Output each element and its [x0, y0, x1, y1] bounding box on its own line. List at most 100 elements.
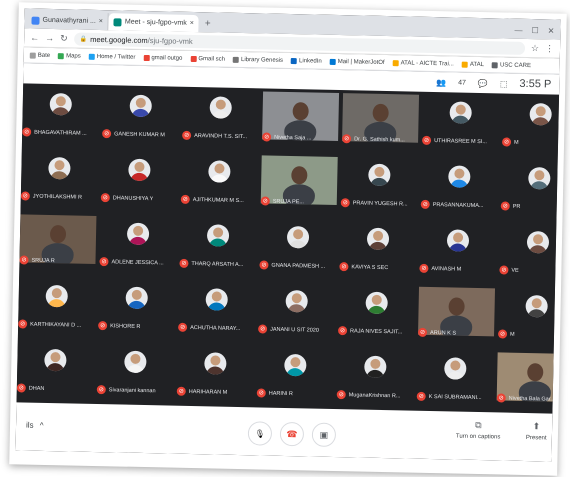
muted-mic-icon: ⊘ — [417, 327, 428, 337]
captions-button[interactable]: ⧉ Turn on captions — [456, 420, 501, 441]
bookmark-item[interactable]: Home / Twitter — [88, 53, 136, 61]
participant-tile[interactable]: ⊘ KAVIYA S SEC — [337, 219, 418, 283]
forward-icon[interactable]: → — [45, 33, 54, 43]
close-tab-icon[interactable]: × — [190, 20, 194, 27]
participants-icon[interactable]: 👥 — [436, 78, 446, 87]
participant-avatar — [366, 227, 390, 251]
participant-avatar — [528, 167, 551, 190]
participant-tile[interactable]: ⊘ PRAVIN YUGESH R... — [338, 155, 419, 219]
camera-button[interactable]: ▣ — [311, 422, 337, 448]
new-tab-button[interactable]: + — [199, 18, 217, 32]
participant-tile[interactable]: ⊘ AJITHKUMAR M S... — [179, 152, 260, 216]
participant-avatar — [449, 101, 472, 124]
close-window-icon[interactable]: ✕ — [548, 26, 555, 35]
participant-tile[interactable]: ⊘ UTHIRASREE M SI... — [420, 93, 501, 157]
muted-mic-icon: ⊘ — [419, 263, 429, 273]
participants-count: 47 — [458, 79, 467, 87]
meeting-details[interactable]: ils ^ — [26, 421, 44, 430]
participant-tile[interactable]: ⊘ HARIHARAN M — [174, 344, 255, 408]
muted-mic-icon: ⊘ — [96, 385, 106, 395]
participant-tile[interactable]: ⊘ KARTHIKAYANI D ... — [16, 276, 97, 340]
muted-mic-icon: ⊘ — [497, 329, 508, 339]
present-button[interactable]: ⬆ Present — [526, 421, 547, 441]
participant-tile[interactable]: ⊘ ADLENE JESSICA ... — [97, 214, 178, 278]
browser-tab[interactable]: Gunavathyrani ... × — [26, 11, 110, 31]
bookmark-item[interactable]: Library Genesis — [232, 56, 284, 64]
participant-tile[interactable]: ⊘ K SAI SUBRAMANI... — [414, 349, 495, 413]
bookmark-label: Home / Twitter — [96, 53, 136, 61]
chat-icon[interactable]: 💬 — [478, 78, 488, 87]
meeting-controls-bar: ils ^ 🎙 ☎ ▣ ⧉ Turn on captions ⬆ Present — [15, 402, 553, 462]
hangup-button[interactable]: ☎ — [279, 421, 305, 447]
participant-tile[interactable]: ⊘ JYOTHILAKSHMI R — [19, 148, 100, 212]
reload-icon[interactable]: ↻ — [60, 33, 68, 44]
muted-mic-icon: ⊘ — [182, 130, 192, 140]
participant-tile[interactable]: ⊘ Dr. G. Sathish kum... — [340, 91, 421, 155]
captions-icon: ⧉ — [475, 419, 482, 431]
participant-tile[interactable]: ⊘ GANESH KUMAR M — [100, 86, 181, 150]
participant-tile[interactable]: ⊘ VE — [497, 222, 561, 286]
bookmark-item[interactable]: LinkedIn — [291, 57, 322, 64]
participant-tile[interactable]: ⊘ ARUN K S — [416, 285, 497, 349]
activities-icon[interactable]: ⬚ — [500, 79, 508, 88]
mic-button[interactable]: 🎙 — [247, 421, 273, 446]
participant-tile[interactable]: ⊘ BHAGAVATHIRAM ... — [20, 84, 101, 148]
bookmark-icon — [29, 52, 36, 59]
participant-name-row: ⊘ KARTHIKAYANI D ... — [18, 319, 81, 329]
participant-tile[interactable]: ⊘ THARQ ARSATH A... — [177, 216, 258, 280]
participant-avatar — [364, 355, 387, 379]
participant-tile[interactable]: ⊘ KISHORE R — [96, 278, 177, 342]
close-tab-icon[interactable]: × — [99, 18, 103, 25]
bookmark-item[interactable]: ATAL — [461, 61, 484, 68]
participant-tile[interactable]: ⊘ DHAN — [16, 340, 96, 404]
bookmark-item[interactable]: ATAL - AICTE Trai... — [392, 59, 454, 67]
bookmark-item[interactable]: USC CARE — [491, 61, 531, 69]
participant-name: MuganaKrishnan R... — [348, 391, 401, 399]
menu-dots-icon[interactable]: ⋮ — [545, 43, 554, 54]
bookmark-item[interactable]: Bate — [29, 52, 50, 59]
participant-name: HARIHARAN M — [188, 388, 228, 396]
participant-tile[interactable]: ⊘ PR — [498, 158, 560, 222]
meeting-details-label: ils — [25, 420, 34, 430]
browser-tab[interactable]: Meet - sju-fgpo-vmk × — [108, 13, 200, 33]
participant-tile[interactable]: ⊘ RAJA NIVES SAJIT... — [336, 283, 417, 347]
participant-tile[interactable]: ⊘ HARINI R — [254, 345, 335, 409]
muted-mic-icon: ⊘ — [339, 262, 349, 272]
participant-name: PR — [512, 203, 521, 210]
participant-tile[interactable]: ⊘ M — [496, 286, 561, 350]
participant-tile[interactable]: ⊘ Nivetha Saja ... — [260, 89, 341, 153]
star-icon[interactable]: ☆ — [531, 43, 539, 54]
participant-name: GNANA PADMESH ... — [271, 262, 326, 270]
participant-tile[interactable]: ⊘ Nivetha Bala Gar... — [494, 350, 561, 414]
participant-tile[interactable]: ⊘ DHANUSHIYA Y — [99, 150, 180, 214]
participant-tile[interactable]: ⊘ GNANA PADMESH ... — [257, 217, 338, 281]
bookmark-item[interactable]: Maps — [58, 52, 81, 59]
participant-name: AJITHKUMAR M S... — [192, 196, 244, 204]
participant-name: RAJA NIVES SAJIT... — [350, 327, 403, 335]
participant-tile[interactable]: ⊘ ACHUTHA NARAY... — [176, 280, 257, 344]
participant-avatar — [284, 353, 307, 377]
bookmark-icon — [461, 61, 468, 68]
bookmark-item[interactable]: gmail outgo — [143, 54, 182, 61]
bookmark-item[interactable]: Gmail sch — [190, 55, 225, 62]
minimize-icon[interactable]: — — [514, 26, 522, 35]
participant-tile[interactable]: ⊘ PRASANNAKUMA... — [418, 157, 499, 221]
bookmark-item[interactable]: Mail | MakerJotOf — [329, 58, 385, 65]
participant-avatar — [206, 224, 230, 247]
participant-tile[interactable]: ⊘ Sivaranjani kannan — [95, 342, 176, 406]
participant-tile[interactable]: ⊘ ARAVINDH T.S. SIT... — [180, 88, 261, 152]
participant-tile[interactable]: ⊘ MuganaKrishnan R... — [334, 347, 415, 411]
maximize-icon[interactable]: ☐ — [531, 26, 538, 35]
participant-tile[interactable]: ⊘ SRUJA R — [17, 212, 98, 276]
participant-tile[interactable]: ⊘ JANANI U SIT 2020 — [256, 281, 337, 345]
bookmark-label: Library Genesis — [240, 56, 284, 64]
back-icon[interactable]: ← — [30, 33, 39, 43]
participant-tile[interactable]: ⊘ SRUJA PE... — [258, 153, 339, 217]
muted-mic-icon: ⊘ — [260, 196, 270, 206]
participant-tile[interactable]: ⊘ AVINASH M — [417, 221, 498, 285]
bookmark-icon — [190, 55, 197, 62]
participant-name: KISHORE R — [110, 322, 141, 330]
participant-tile[interactable]: ⊘ M — [500, 94, 561, 158]
participant-avatar — [526, 231, 550, 254]
participant-name: AVINASH M — [431, 265, 462, 273]
